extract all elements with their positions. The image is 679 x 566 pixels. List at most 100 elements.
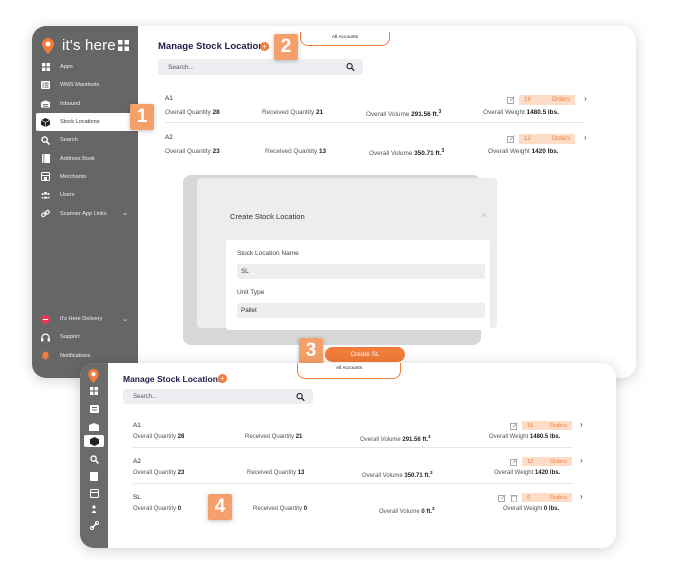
search-placeholder: Search... [133, 393, 158, 400]
book-icon [41, 154, 50, 164]
unit-type-select[interactable]: Pallet [237, 303, 485, 318]
apps-icon[interactable] [89, 386, 99, 396]
box-icon[interactable] [89, 436, 99, 446]
trash-icon[interactable] [510, 494, 518, 502]
grid-menu-icon[interactable] [118, 40, 129, 51]
value: 0 ft. [421, 509, 433, 515]
main-window: it's here Apps WMS Manifests Inbound Sto… [32, 26, 636, 378]
label: Received Quantity [262, 109, 315, 116]
link-icon[interactable] [89, 520, 99, 530]
location-pin-logo-icon [42, 37, 54, 54]
edit-icon[interactable] [507, 135, 515, 143]
modal-form: Stock Location Name SL Unit Type Pallet [226, 240, 490, 330]
sidebar-item-delivery[interactable]: It's Here Delivery ⌄ [32, 310, 138, 328]
users-icon[interactable] [89, 504, 99, 514]
table-row[interactable]: SL Overall Quantity 0 Received Quantity … [133, 492, 593, 519]
all-accounts-tab[interactable]: All Accounts [297, 363, 401, 379]
chevron-right-icon[interactable]: › [584, 94, 587, 103]
label: Overall Volume [379, 509, 420, 515]
value: 23 [212, 148, 220, 155]
label: Received Quantity [265, 148, 318, 155]
orders-badge[interactable]: 12 Orders [522, 457, 572, 466]
truck-icon[interactable] [89, 422, 99, 432]
edit-icon[interactable] [510, 458, 518, 466]
value: 1480.5 lbs. [529, 434, 561, 440]
sidebar-item-merchants[interactable]: Merchants [32, 168, 138, 186]
create-stock-location-modal: Create Stock Location × Stock Location N… [197, 178, 497, 330]
value: 28 [177, 434, 185, 440]
store-icon[interactable] [89, 488, 99, 498]
table-row[interactable]: A2 Overall Quantity 23 Received Quantity… [133, 456, 593, 484]
search-input[interactable]: Search... [123, 389, 313, 404]
sidebar-item-scanner-app-links[interactable]: Scanner App Links ⌄ [32, 204, 138, 222]
value: 13 [297, 470, 305, 476]
sidebar-item-apps[interactable]: Apps [32, 58, 138, 76]
all-accounts-tab[interactable]: All Accounts [300, 32, 390, 46]
value: 13 [319, 148, 327, 155]
sidebar-item-label: Users [60, 192, 75, 199]
sidebar-collapsed [80, 363, 108, 548]
list-icon[interactable] [89, 404, 99, 414]
value: 1420 lbs. [531, 148, 559, 155]
sidebar-item-address-book[interactable]: Address Book [32, 149, 138, 167]
value: 0 [177, 506, 182, 512]
overall-quantity: Overall Quantity 23 [165, 148, 220, 155]
sidebar-item-label: Scanner App Links [60, 210, 107, 217]
orders-count: 12 [527, 458, 534, 465]
overall-volume: Overall Volume 0 ft.3 [379, 506, 435, 515]
brand[interactable]: it's here [42, 37, 116, 54]
sidebar-item-stock-locations[interactable]: Stock Locations [36, 112, 138, 132]
location-name: SL [133, 494, 141, 501]
value: 21 [295, 434, 303, 440]
label: Overall Volume [369, 150, 413, 158]
sidebar-nav: Apps WMS Manifests Inbound Stock Locatio… [32, 58, 138, 223]
table-row[interactable]: A1 Overall Quantity 28 Received Quantity… [165, 94, 605, 123]
overall-weight: Overall Weight 1480.5 lbs. [489, 434, 560, 440]
stock-location-name-input[interactable]: SL [237, 264, 485, 279]
chevron-right-icon[interactable]: › [584, 133, 587, 142]
search-icon[interactable] [346, 62, 355, 72]
divider [133, 483, 573, 484]
add-location-button[interactable]: + [218, 374, 227, 383]
orders-badge[interactable]: 12 Orders [519, 134, 575, 144]
search-icon[interactable] [296, 392, 305, 401]
value: 28 [212, 109, 220, 116]
sidebar-item-users[interactable]: Users [32, 186, 138, 204]
search-icon[interactable] [89, 454, 99, 464]
overall-weight: Overall Weight 1420 lbs. [494, 470, 560, 476]
location-name: A2 [133, 458, 141, 465]
chevron-right-icon[interactable]: › [580, 420, 583, 429]
edit-icon[interactable] [507, 96, 515, 104]
unit-sup: 3 [432, 506, 435, 511]
close-icon[interactable]: × [482, 210, 487, 220]
chevron-right-icon[interactable]: › [580, 456, 583, 465]
sidebar-item-search[interactable]: Search [32, 131, 138, 149]
received-quantity: Received Quantity 13 [265, 148, 326, 155]
orders-badge[interactable]: 16 Orders [519, 95, 575, 105]
truck-icon [41, 99, 50, 108]
overall-weight: Overall Weight 0 lbs. [503, 506, 559, 512]
step-badge-4: 4 [208, 494, 232, 520]
sidebar-item-support[interactable]: Support [32, 328, 138, 346]
orders-badge[interactable]: 16 Orders [522, 421, 572, 430]
add-location-button[interactable]: + [260, 42, 269, 51]
table-row[interactable]: A1 Overall Quantity 28 Received Quantity… [133, 420, 593, 448]
sidebar-item-label: Stock Locations [60, 119, 100, 126]
sidebar-item-inbound[interactable]: Inbound [32, 95, 138, 113]
table-row[interactable]: A2 Overall Quantity 23 Received Quantity… [165, 133, 605, 160]
edit-icon[interactable] [498, 494, 506, 502]
search-input[interactable]: Search... [158, 59, 363, 75]
chevron-right-icon[interactable]: › [580, 492, 583, 501]
edit-icon[interactable] [510, 422, 518, 430]
value: 21 [316, 109, 324, 116]
divider [133, 447, 573, 448]
orders-badge[interactable]: 0 Orders [522, 493, 572, 502]
label: Overall Quantity [165, 148, 211, 155]
create-sl-button[interactable]: Create SL [325, 347, 405, 362]
unit-sup: 3 [428, 434, 431, 439]
orders-count: 16 [527, 422, 534, 429]
orders-label: Orders [551, 97, 570, 103]
location-name: A1 [133, 422, 141, 429]
sidebar-item-wms-manifests[interactable]: WMS Manifests [32, 76, 138, 94]
book-icon[interactable] [89, 471, 99, 481]
